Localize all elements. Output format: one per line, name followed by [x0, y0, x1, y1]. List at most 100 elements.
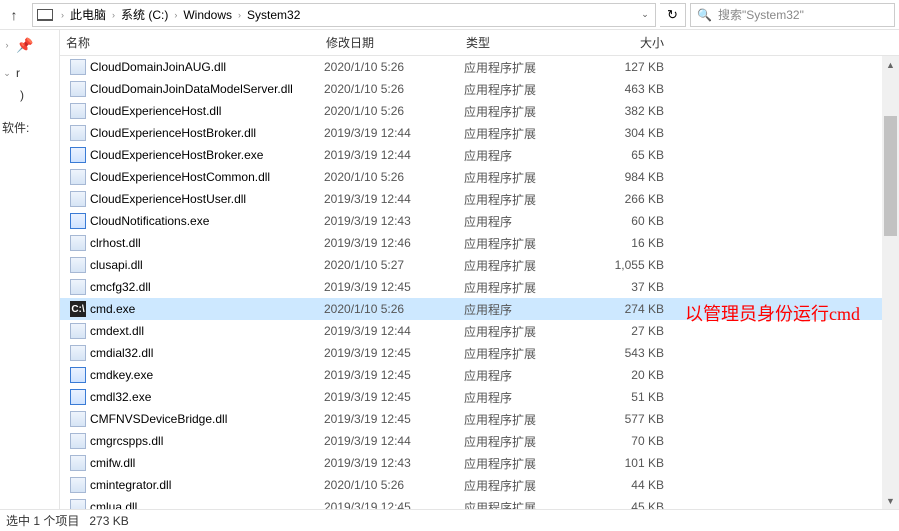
sidebar-item[interactable]: ⌄ r [2, 62, 57, 84]
file-type: 应用程序扩展 [464, 279, 594, 296]
file-type: 应用程序扩展 [464, 411, 594, 428]
file-type: 应用程序扩展 [464, 323, 594, 340]
history-dropdown-icon[interactable]: ⌄ [635, 9, 655, 20]
file-name: cmintegrator.dll [90, 478, 324, 492]
file-date: 2019/3/19 12:44 [324, 192, 464, 206]
file-type: 应用程序扩展 [464, 125, 594, 142]
dll-file-icon [70, 433, 86, 449]
cmd-exe-icon: C:\ [70, 301, 86, 317]
header-date[interactable]: 修改日期 [320, 34, 460, 51]
file-row[interactable]: cmdial32.dll2019/3/19 12:45应用程序扩展543 KB [60, 342, 899, 364]
file-name: CloudExperienceHostBroker.exe [90, 148, 324, 162]
file-name: CloudExperienceHostUser.dll [90, 192, 324, 206]
file-date: 2019/3/19 12:44 [324, 324, 464, 338]
sidebar-item-software[interactable]: 软件: [2, 116, 57, 138]
file-date: 2019/3/19 12:44 [324, 126, 464, 140]
header-type[interactable]: 类型 [460, 34, 590, 51]
header-size[interactable]: 大小 [590, 34, 670, 51]
main-area: › 📌 ⌄ r ) 软件: 名称 修改日期 类型 大小 CloudDomainJ… [0, 30, 899, 509]
chevron-right-icon[interactable]: › [112, 10, 115, 20]
scroll-thumb[interactable] [884, 116, 897, 236]
file-list-pane: 名称 修改日期 类型 大小 CloudDomainJoinAUG.dll2020… [60, 30, 899, 509]
address-bar: ↑ › 此电脑 › 系统 (C:) › Windows › System32 ⌄… [0, 0, 899, 30]
scroll-up-arrow[interactable]: ▲ [882, 56, 899, 73]
file-name: CloudExperienceHostCommon.dll [90, 170, 324, 184]
chevron-right-icon[interactable]: › [174, 10, 177, 20]
file-size: 274 KB [594, 302, 674, 316]
file-type: 应用程序扩展 [464, 257, 594, 274]
sidebar: › 📌 ⌄ r ) 软件: [0, 30, 60, 509]
file-type: 应用程序扩展 [464, 345, 594, 362]
scroll-down-arrow[interactable]: ▼ [882, 492, 899, 509]
breadcrumb-system32[interactable]: System32 [245, 6, 302, 24]
file-row[interactable]: CloudDomainJoinDataModelServer.dll2020/1… [60, 78, 899, 100]
refresh-button[interactable]: ↻ [660, 3, 686, 27]
file-date: 2019/3/19 12:43 [324, 214, 464, 228]
file-row[interactable]: CloudExperienceHostBroker.exe2019/3/19 1… [60, 144, 899, 166]
file-size: 577 KB [594, 412, 674, 426]
file-size: 304 KB [594, 126, 674, 140]
chevron-right-icon[interactable]: › [2, 40, 12, 50]
file-row[interactable]: clrhost.dll2019/3/19 12:46应用程序扩展16 KB [60, 232, 899, 254]
chevron-right-icon[interactable]: › [238, 10, 241, 20]
file-type: 应用程序扩展 [464, 191, 594, 208]
file-date: 2020/1/10 5:26 [324, 82, 464, 96]
file-row[interactable]: CMFNVSDeviceBridge.dll2019/3/19 12:45应用程… [60, 408, 899, 430]
search-icon: 🔍 [697, 8, 712, 22]
chevron-down-icon[interactable]: ⌄ [2, 68, 12, 79]
pin-icon: 📌 [16, 37, 33, 54]
file-date: 2019/3/19 12:46 [324, 236, 464, 250]
file-row[interactable]: CloudDomainJoinAUG.dll2020/1/10 5:26应用程序… [60, 56, 899, 78]
file-size: 70 KB [594, 434, 674, 448]
file-name: cmdl32.exe [90, 390, 324, 404]
breadcrumb-c-drive[interactable]: 系统 (C:) [119, 4, 170, 25]
file-type: 应用程序 [464, 389, 594, 406]
file-date: 2019/3/19 12:45 [324, 280, 464, 294]
sidebar-item[interactable]: ) [2, 84, 57, 106]
file-name: cmcfg32.dll [90, 280, 324, 294]
file-row[interactable]: CloudExperienceHostBroker.dll2019/3/19 1… [60, 122, 899, 144]
dll-file-icon [70, 279, 86, 295]
breadcrumb-this-pc[interactable]: 此电脑 [68, 4, 108, 25]
file-size: 1,055 KB [594, 258, 674, 272]
file-size: 266 KB [594, 192, 674, 206]
file-type: 应用程序扩展 [464, 103, 594, 120]
file-size: 20 KB [594, 368, 674, 382]
file-size: 16 KB [594, 236, 674, 250]
scrollbar[interactable]: ▲ ▼ [882, 56, 899, 509]
file-type: 应用程序扩展 [464, 81, 594, 98]
dll-file-icon [70, 125, 86, 141]
file-date: 2020/1/10 5:26 [324, 60, 464, 74]
file-row[interactable]: CloudNotifications.exe2019/3/19 12:43应用程… [60, 210, 899, 232]
header-name[interactable]: 名称 [60, 34, 320, 51]
file-row[interactable]: CloudExperienceHost.dll2020/1/10 5:26应用程… [60, 100, 899, 122]
file-type: 应用程序扩展 [464, 477, 594, 494]
file-date: 2019/3/19 12:44 [324, 148, 464, 162]
up-button[interactable]: ↑ [0, 1, 28, 29]
file-row[interactable]: cmifw.dll2019/3/19 12:43应用程序扩展101 KB [60, 452, 899, 474]
file-date: 2020/1/10 5:26 [324, 302, 464, 316]
chevron-right-icon[interactable]: › [61, 10, 64, 20]
breadcrumb[interactable]: › 此电脑 › 系统 (C:) › Windows › System32 ⌄ [32, 3, 656, 27]
file-date: 2020/1/10 5:27 [324, 258, 464, 272]
breadcrumb-windows[interactable]: Windows [181, 6, 234, 24]
file-name: CloudDomainJoinDataModelServer.dll [90, 82, 324, 96]
file-row[interactable]: CloudExperienceHostCommon.dll2020/1/10 5… [60, 166, 899, 188]
file-date: 2020/1/10 5:26 [324, 104, 464, 118]
file-row[interactable]: CloudExperienceHostUser.dll2019/3/19 12:… [60, 188, 899, 210]
file-row[interactable]: cmintegrator.dll2020/1/10 5:26应用程序扩展44 K… [60, 474, 899, 496]
search-placeholder: 搜索"System32" [718, 6, 804, 23]
file-row[interactable]: cmgrcspps.dll2019/3/19 12:44应用程序扩展70 KB [60, 430, 899, 452]
status-bar: 选中 1 个项目 273 KB [0, 509, 899, 531]
search-input[interactable]: 🔍 搜索"System32" [690, 3, 895, 27]
file-row[interactable]: cmcfg32.dll2019/3/19 12:45应用程序扩展37 KB [60, 276, 899, 298]
file-size: 984 KB [594, 170, 674, 184]
file-date: 2020/1/10 5:26 [324, 478, 464, 492]
file-row[interactable]: clusapi.dll2020/1/10 5:27应用程序扩展1,055 KB [60, 254, 899, 276]
file-size: 65 KB [594, 148, 674, 162]
file-type: 应用程序扩展 [464, 455, 594, 472]
file-row[interactable]: cmdkey.exe2019/3/19 12:45应用程序20 KB [60, 364, 899, 386]
file-name: CloudDomainJoinAUG.dll [90, 60, 324, 74]
sidebar-pin-item[interactable]: › 📌 [2, 34, 57, 56]
file-row[interactable]: cmdl32.exe2019/3/19 12:45应用程序51 KB [60, 386, 899, 408]
